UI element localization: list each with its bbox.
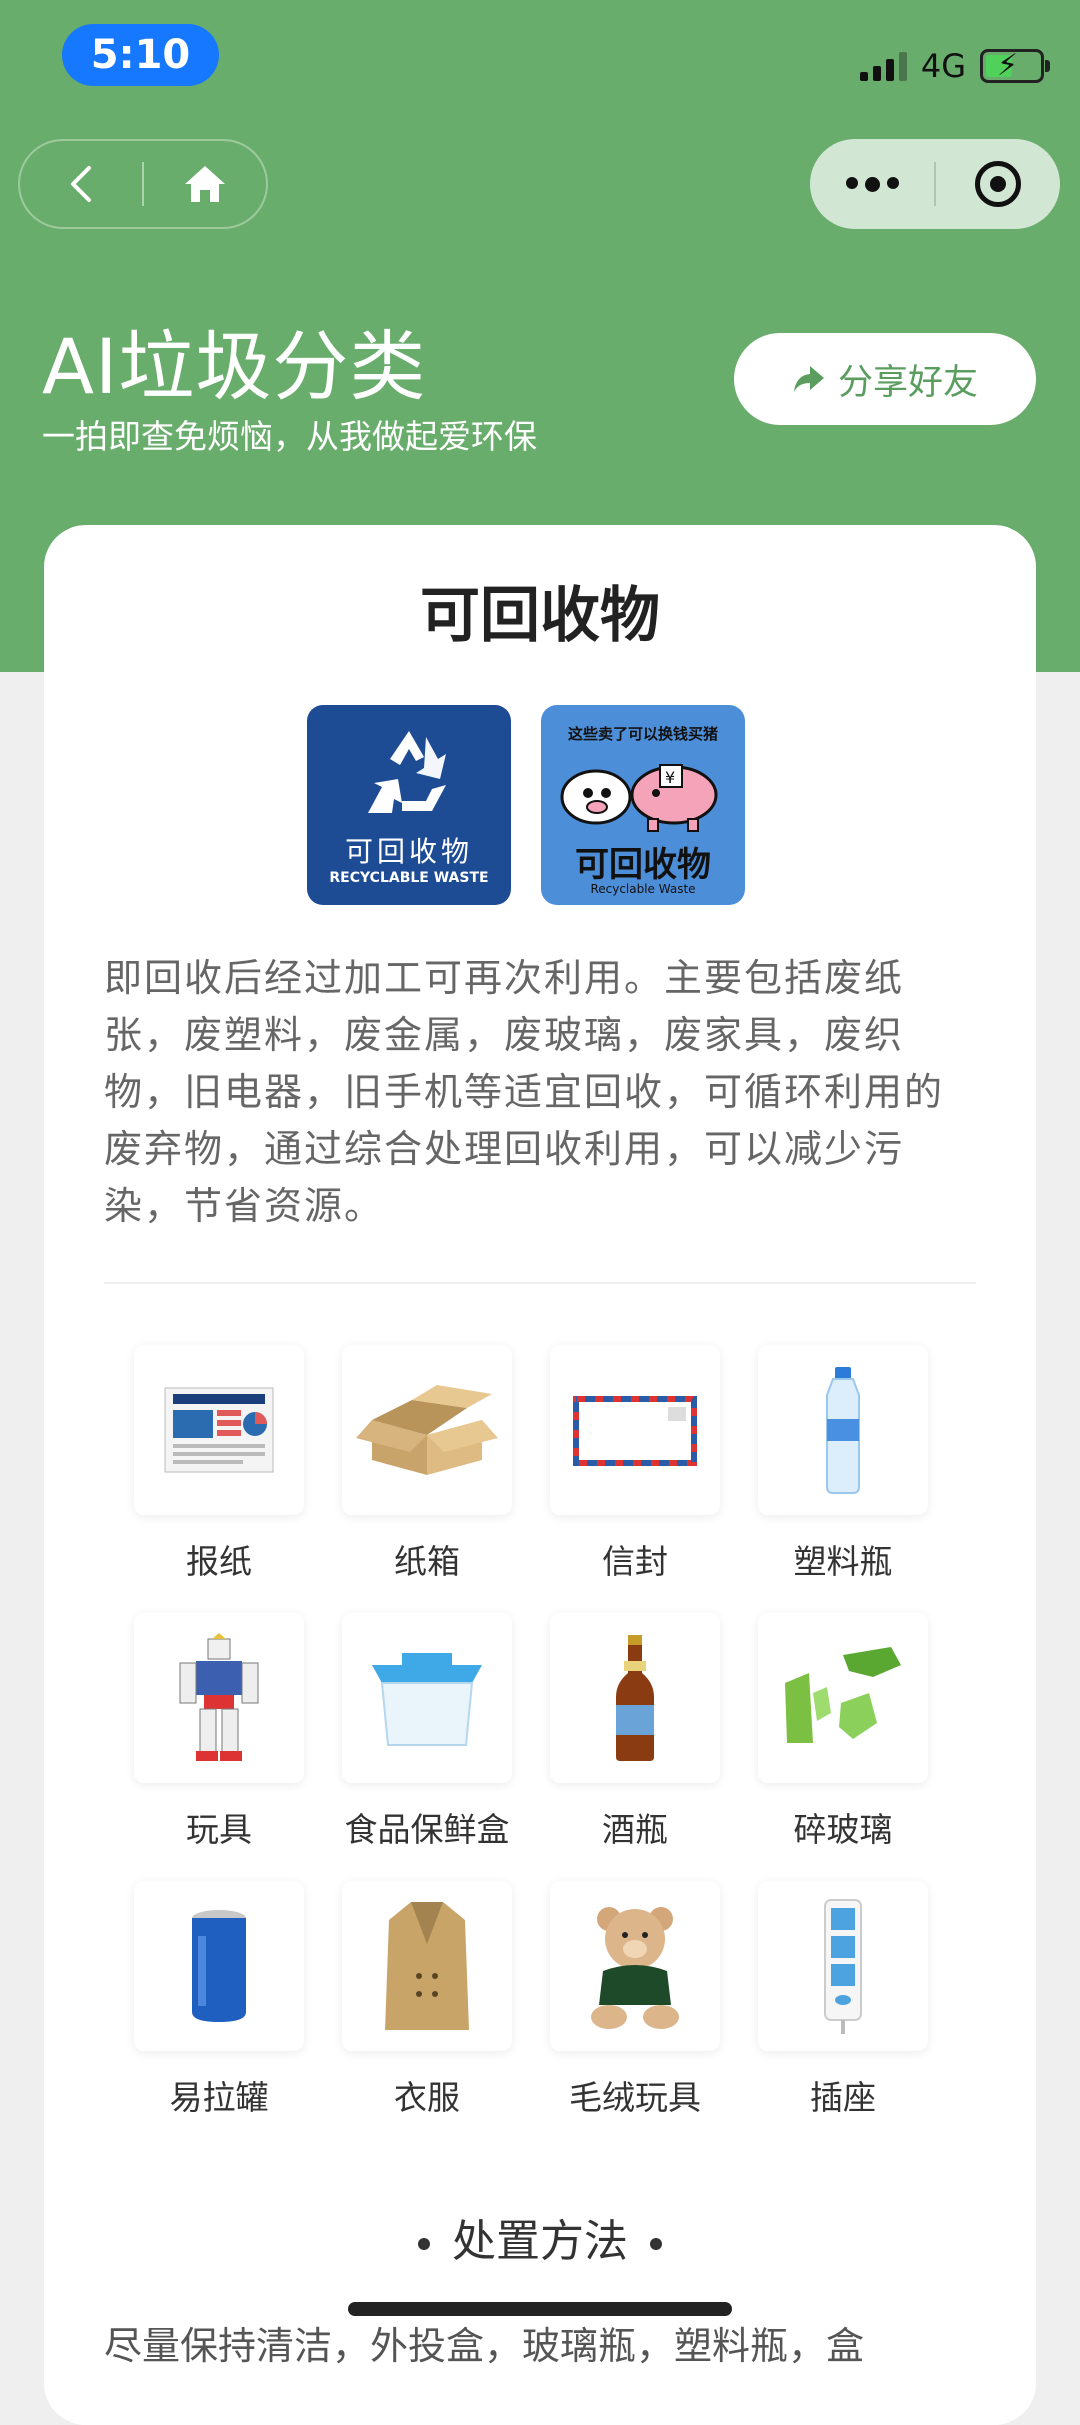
app-subtitle: 一拍即查免烦恼，从我做起爱环保: [42, 417, 537, 456]
item-toy[interactable]: 玩具: [134, 1613, 304, 1851]
item-label: 信封: [602, 1542, 668, 1581]
nav-capsule-left: [18, 139, 268, 229]
badge2-top: 这些卖了可以换钱买猪: [567, 725, 718, 743]
back-button[interactable]: [20, 141, 142, 227]
item-label: 酒瓶: [602, 1810, 668, 1849]
divider: [104, 1282, 976, 1284]
item-plush-toy[interactable]: 毛绒玩具: [550, 1881, 720, 2119]
envelope-icon: [573, 1396, 697, 1466]
status-icons: 4G ⚡: [859, 46, 1050, 86]
signal-icon: [859, 51, 907, 81]
item-clothes[interactable]: 衣服: [342, 1881, 512, 2119]
item-label: 纸箱: [394, 1542, 460, 1581]
item-label: 碎玻璃: [793, 1810, 893, 1849]
teddy-bear-icon: [591, 1907, 679, 2029]
item-label: 插座: [810, 2078, 876, 2117]
item-label: 食品保鲜盒: [344, 1810, 510, 1849]
item-newspaper[interactable]: 报纸: [134, 1345, 304, 1583]
home-icon: [185, 166, 225, 202]
badge1-en: RECYCLABLE WASTE: [329, 870, 489, 886]
miniprogram-capsule: [810, 139, 1060, 229]
status-time: 5:10: [62, 24, 219, 86]
badge1-cn: 可回收物: [344, 835, 473, 868]
target-icon: [975, 161, 1021, 207]
badge2-cn: 可回收物: [575, 845, 711, 885]
item-box[interactable]: 纸箱: [342, 1345, 512, 1583]
beer-bottle-icon: [616, 1635, 654, 1761]
home-indicator[interactable]: [348, 2302, 732, 2316]
item-label: 毛绒玩具: [569, 2078, 701, 2117]
power-strip-icon: [824, 1899, 862, 2034]
more-dots-icon: [845, 176, 899, 192]
card-title: 可回收物: [420, 581, 660, 651]
item-label: 衣服: [394, 2078, 460, 2117]
chevron-left-icon: [71, 166, 91, 202]
recycle-icon: [368, 731, 446, 813]
disposal-method-heading: 处置方法: [44, 2205, 1036, 2269]
category-description: 即回收后经过加工可再次利用。主要包括废纸张，废塑料，废金属，废玻璃，废家具，废织…: [104, 956, 945, 1228]
broken-glass-icon: [785, 1647, 901, 1743]
svg-text:¥: ¥: [665, 768, 675, 787]
item-label: 塑料瓶: [793, 1542, 893, 1581]
network-type: 4G: [920, 47, 966, 85]
item-beer-bottle[interactable]: 酒瓶: [550, 1613, 720, 1851]
more-button[interactable]: [810, 139, 934, 229]
recyclable-logo: 可回收物 RECYCLABLE WASTE: [307, 705, 511, 905]
cartoon-pig-sign: 这些卖了可以换钱买猪 ¥ 可回收物 Recyclable Waste: [541, 705, 745, 905]
share-label: 分享好友: [837, 362, 978, 403]
item-envelope[interactable]: 信封: [550, 1345, 720, 1583]
robot-toy-icon: [179, 1633, 259, 1761]
newspaper-icon: [164, 1387, 274, 1473]
item-label: 易拉罐: [169, 2078, 269, 2117]
item-power-strip[interactable]: 插座: [758, 1881, 928, 2119]
category-card: 可回收物 可回收物 RECYCLABLE WASTE 这些卖了可以换钱买猪 ¥: [44, 525, 1036, 2425]
item-broken-glass[interactable]: 碎玻璃: [758, 1613, 928, 1851]
home-button[interactable]: [144, 141, 266, 227]
share-arrow-icon: [793, 366, 824, 392]
pig-piggybank-icon: ¥: [560, 764, 718, 832]
battery-icon: ⚡: [980, 48, 1050, 83]
coat-icon: [385, 1902, 469, 2030]
plastic-bottle-icon: [826, 1367, 860, 1494]
item-food-container[interactable]: 食品保鲜盒: [342, 1613, 512, 1851]
food-container-icon: [372, 1653, 482, 1746]
badge2-en: Recyclable Waste: [590, 882, 696, 896]
can-icon: [192, 1910, 246, 2022]
share-button[interactable]: 分享好友: [734, 333, 1036, 425]
app-title: AI垃圾分类: [42, 322, 427, 411]
item-label: 玩具: [186, 1810, 252, 1849]
item-plastic-bottle[interactable]: 塑料瓶: [758, 1345, 928, 1583]
close-miniprogram-button[interactable]: [936, 139, 1060, 229]
item-can[interactable]: 易拉罐: [134, 1881, 304, 2119]
item-label: 报纸: [186, 1542, 252, 1581]
box-icon: [356, 1385, 498, 1475]
disposal-method-text: 尽量保持清洁，外投盒，玻璃瓶，塑料瓶，盒: [104, 2324, 865, 2368]
